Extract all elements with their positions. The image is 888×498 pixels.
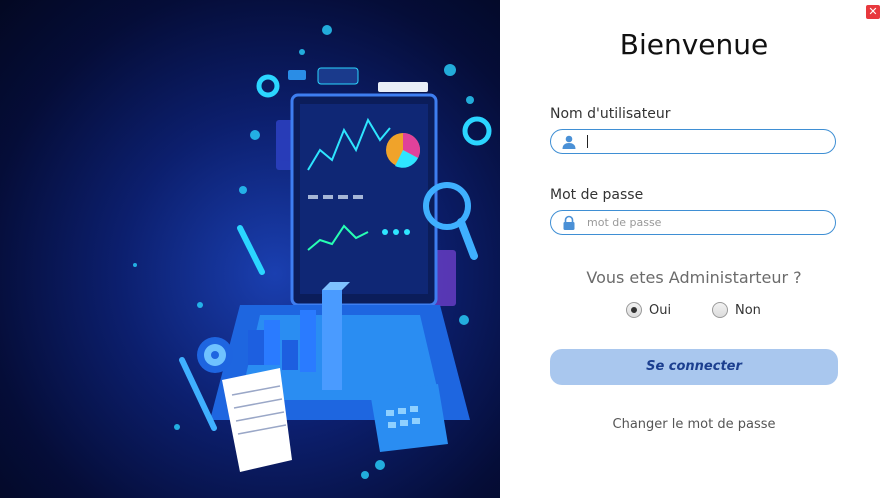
- admin-question: Vous etes Administarteur ?: [586, 268, 802, 287]
- lock-icon: [563, 215, 575, 230]
- laptop-dashboard-illustration-icon: [133, 25, 492, 479]
- login-button[interactable]: Se connecter: [550, 349, 838, 385]
- password-input[interactable]: mot de passe: [550, 210, 836, 235]
- radio-checked-icon: [626, 302, 642, 318]
- radio-non[interactable]: Non: [712, 300, 761, 320]
- close-button[interactable]: ✕: [866, 5, 880, 19]
- dashboard-illustration: [0, 0, 500, 498]
- text-cursor: [587, 135, 588, 148]
- change-password-link[interactable]: Changer le mot de passe: [500, 417, 888, 432]
- radio-non-label: Non: [735, 302, 761, 318]
- username-label: Nom d'utilisateur: [550, 106, 671, 122]
- username-input[interactable]: [550, 129, 836, 154]
- login-panel: ✕ Bienvenue Nom d'utilisateur Mot de pas…: [500, 0, 888, 498]
- user-icon: [562, 135, 576, 149]
- radio-unchecked-icon: [712, 302, 728, 318]
- radio-oui-label: Oui: [649, 302, 672, 318]
- password-label: Mot de passe: [550, 187, 644, 203]
- radio-oui[interactable]: Oui: [626, 300, 671, 320]
- password-placeholder: mot de passe: [587, 216, 662, 229]
- page-title: Bienvenue: [619, 28, 769, 61]
